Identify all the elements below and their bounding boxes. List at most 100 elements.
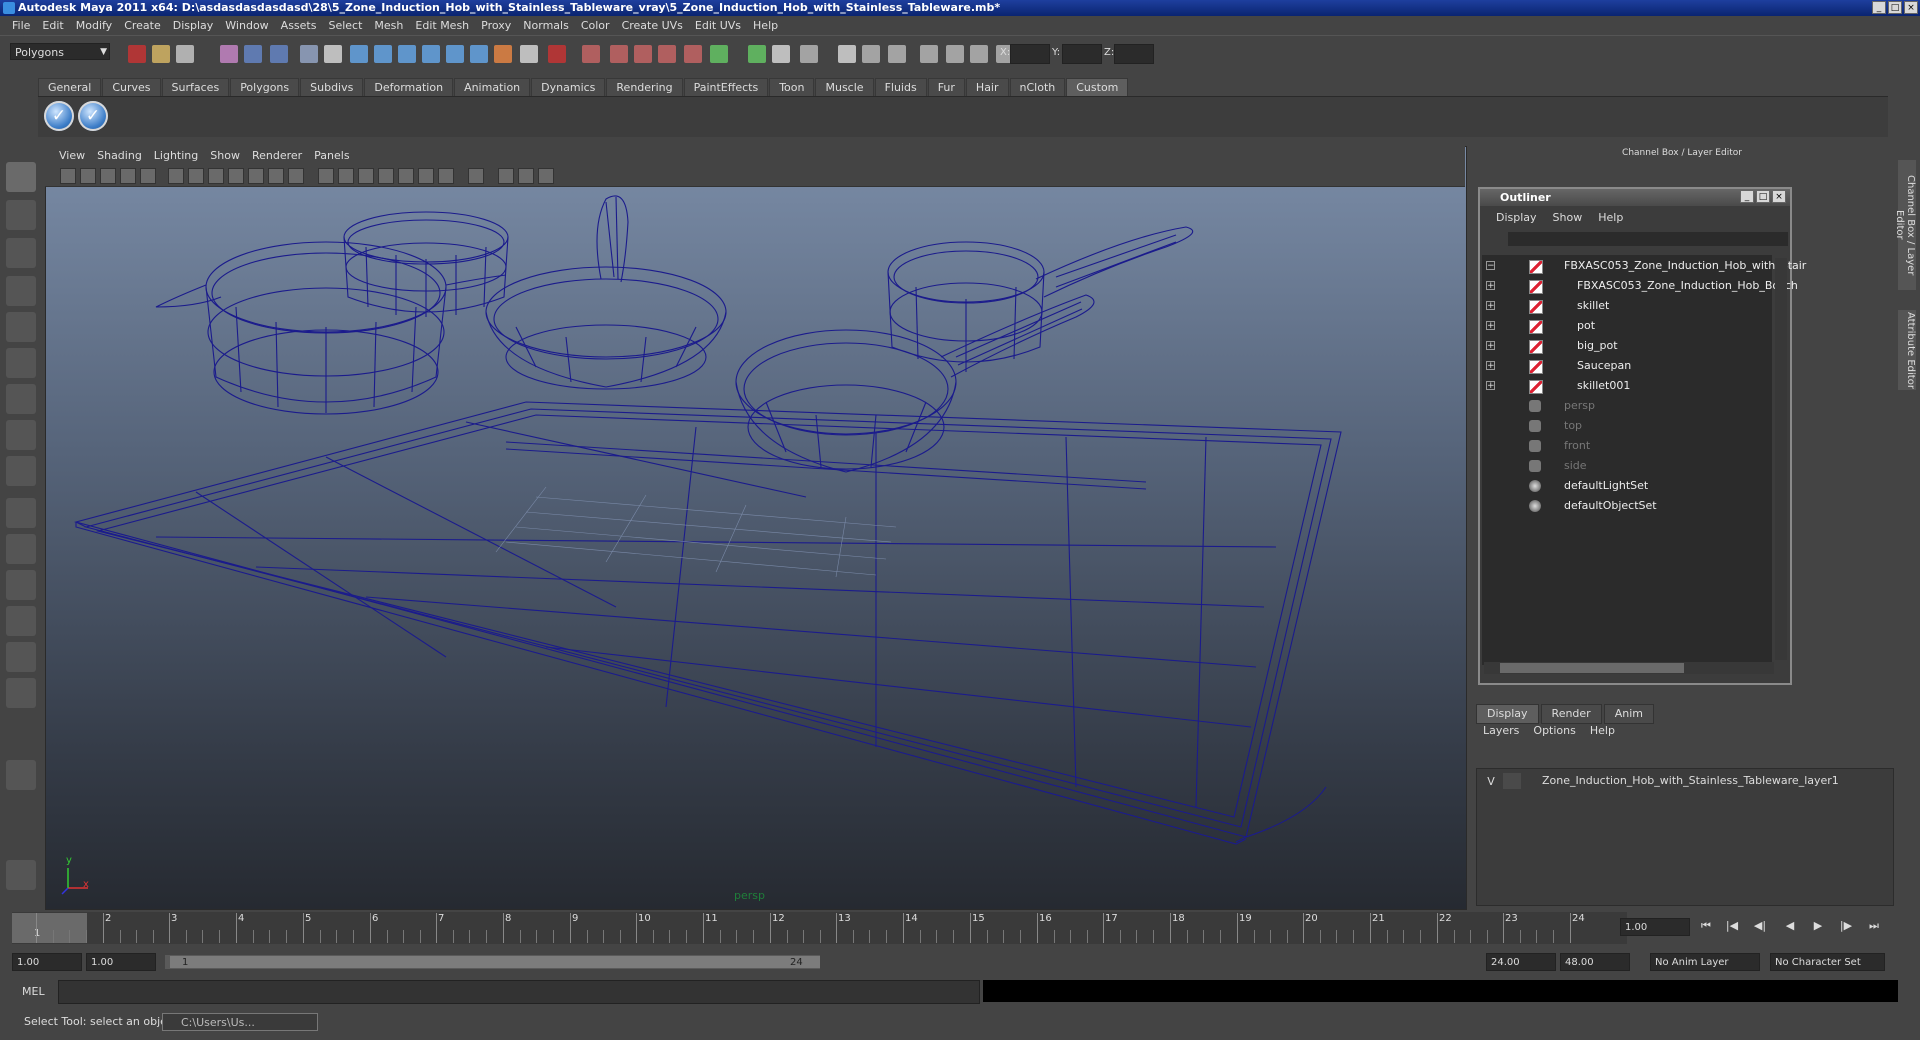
expand-toggle-icon[interactable]: + [1486, 301, 1495, 311]
current-time-field[interactable]: 1.00 [1620, 918, 1690, 936]
outliner-item[interactable]: defaultLightSet [1482, 476, 1772, 496]
viewport-tool-icon[interactable] [80, 168, 96, 184]
toolbar-tool-icon[interactable] [152, 45, 170, 63]
viewport-tool-icon[interactable] [268, 168, 284, 184]
layer-tab-display[interactable]: Display [1476, 704, 1539, 724]
shelf-tab-fur[interactable]: Fur [927, 78, 965, 97]
toolbar-tool-icon[interactable] [582, 45, 600, 63]
shelf-tab-dynamics[interactable]: Dynamics [531, 78, 606, 97]
menu-assets[interactable]: Assets [275, 19, 323, 32]
toolbar-tool-icon[interactable] [684, 45, 702, 63]
toolbar-tool-icon[interactable] [634, 45, 652, 63]
outliner-close-button[interactable]: × [1772, 190, 1786, 203]
end-time-field[interactable]: 48.00 [1560, 953, 1630, 971]
viewport-menu-shading[interactable]: Shading [91, 149, 148, 162]
viewport-tool-icon[interactable] [518, 168, 534, 184]
layer-tab-anim[interactable]: Anim [1603, 704, 1654, 724]
layer-visibility-toggle[interactable]: V [1482, 773, 1500, 789]
shelf-tab-subdivs[interactable]: Subdivs [300, 78, 364, 97]
menu-window[interactable]: Window [219, 19, 274, 32]
viewport-tool-icon[interactable] [100, 168, 116, 184]
shelf-check-button-1[interactable]: ✓ [44, 101, 74, 131]
play-forward-icon[interactable]: ▶ [1809, 918, 1827, 934]
toolbar-tool-icon[interactable] [324, 45, 342, 63]
viewport-tool-icon[interactable] [358, 168, 374, 184]
viewport-menu-lighting[interactable]: Lighting [148, 149, 204, 162]
shelf-tab-polygons[interactable]: Polygons [230, 78, 300, 97]
shelf-tab-muscle[interactable]: Muscle [815, 78, 874, 97]
toolbar-tool-icon[interactable] [888, 45, 906, 63]
toolbar-tool-icon[interactable] [350, 45, 368, 63]
step-forward-frame-icon[interactable]: |▶ [1837, 918, 1855, 934]
shelf-tab-surfaces[interactable]: Surfaces [161, 78, 230, 97]
playback-start-field[interactable]: 1.00 [86, 953, 156, 971]
viewport-menu-view[interactable]: View [53, 149, 91, 162]
outliner-item[interactable]: side [1482, 456, 1772, 476]
viewport-tool-icon[interactable] [60, 168, 76, 184]
menu-edit-uvs[interactable]: Edit UVs [689, 19, 747, 32]
outliner-item[interactable]: defaultObjectSet [1482, 496, 1772, 516]
expand-toggle-icon[interactable]: + [1486, 281, 1495, 291]
viewport-tool-icon[interactable] [398, 168, 414, 184]
layout-custom-icon[interactable] [6, 678, 36, 708]
paint-select-tool-icon[interactable] [6, 238, 36, 268]
close-button[interactable]: × [1904, 1, 1918, 14]
toolbar-tool-icon[interactable] [772, 45, 790, 63]
menu-color[interactable]: Color [575, 19, 616, 32]
toolbar-tool-icon[interactable] [422, 45, 440, 63]
shelf-tab-curves[interactable]: Curves [102, 78, 161, 97]
extra-tools-icon[interactable] [6, 760, 36, 790]
play-backward-icon[interactable]: ◀ [1781, 918, 1799, 934]
go-to-start-icon[interactable]: ⏮ [1697, 918, 1715, 934]
toolbar-tool-icon[interactable] [748, 45, 766, 63]
shelf-tab-fluids[interactable]: Fluids [874, 78, 927, 97]
paint-effects-icon[interactable] [6, 860, 36, 890]
toolbar-tool-icon[interactable] [220, 45, 238, 63]
expand-toggle-icon[interactable]: + [1486, 321, 1495, 331]
current-frame-marker[interactable] [12, 913, 87, 943]
expand-toggle-icon[interactable]: − [1486, 261, 1495, 271]
outliner-item[interactable]: + FBXASC053_Zone_Induction_Hob_Bosch [1482, 276, 1798, 296]
shelf-tab-general[interactable]: General [38, 78, 102, 97]
outliner-maximize-button[interactable]: □ [1756, 190, 1770, 203]
last-tool-icon[interactable] [6, 456, 36, 486]
shelf-tab-painteffects[interactable]: PaintEffects [683, 78, 769, 97]
outliner-item[interactable]: − FBXASC053_Zone_Induction_Hob_with_Stair [1482, 256, 1806, 276]
viewport-tool-icon[interactable] [208, 168, 224, 184]
shelf-tab-ncloth[interactable]: nCloth [1009, 78, 1066, 97]
toolbar-tool-icon[interactable] [300, 45, 318, 63]
start-time-field[interactable]: 1.00 [12, 953, 82, 971]
shelf-tab-toon[interactable]: Toon [769, 78, 815, 97]
toolbar-tool-icon[interactable] [470, 45, 488, 63]
toolbar-tool-icon[interactable] [446, 45, 464, 63]
shelf-tab-animation[interactable]: Animation [454, 78, 531, 97]
toolbar-tool-icon[interactable] [494, 45, 512, 63]
viewport-menu-show[interactable]: Show [204, 149, 246, 162]
layer-menu-help[interactable]: Help [1583, 724, 1622, 737]
toolbar-tool-icon[interactable] [128, 45, 146, 63]
menu-create[interactable]: Create [118, 19, 167, 32]
y-field[interactable] [1062, 44, 1102, 64]
outliner-menu-help[interactable]: Help [1590, 211, 1631, 224]
outliner-item[interactable]: + pot [1482, 316, 1772, 336]
viewport-tool-icon[interactable] [338, 168, 354, 184]
z-field[interactable] [1114, 44, 1154, 64]
viewport-tool-icon[interactable] [318, 168, 334, 184]
viewport-tool-icon[interactable] [438, 168, 454, 184]
character-set-selector[interactable]: No Character Set [1770, 953, 1885, 971]
viewport-tool-icon[interactable] [248, 168, 264, 184]
outliner-vertical-scrollbar[interactable] [1775, 258, 1787, 660]
toolbar-tool-icon[interactable] [176, 45, 194, 63]
maximize-button[interactable]: □ [1888, 1, 1902, 14]
menu-display[interactable]: Display [167, 19, 220, 32]
scale-tool-icon[interactable] [6, 348, 36, 378]
toolbar-tool-icon[interactable] [800, 45, 818, 63]
menu-proxy[interactable]: Proxy [475, 19, 517, 32]
layout-four-icon[interactable] [6, 534, 36, 564]
toolbar-tool-icon[interactable] [970, 45, 988, 63]
viewport-tool-icon[interactable] [468, 168, 484, 184]
playback-end-field[interactable]: 24.00 [1486, 953, 1556, 971]
manipulator-tool-icon[interactable] [6, 384, 36, 414]
expand-toggle-icon[interactable]: + [1486, 361, 1495, 371]
go-to-end-icon[interactable]: ⏭ [1865, 918, 1883, 934]
